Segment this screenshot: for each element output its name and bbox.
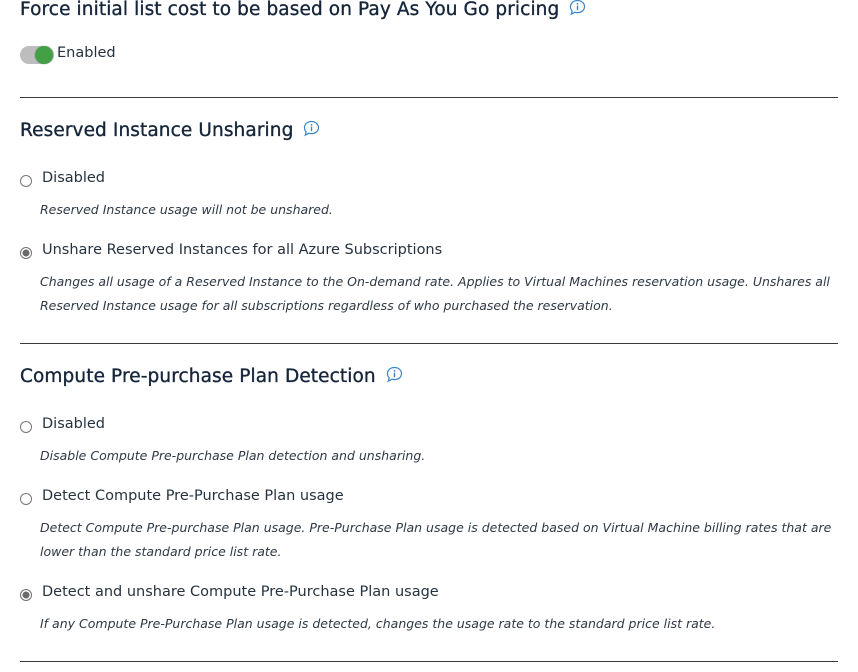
cpp-detect-radio[interactable] xyxy=(20,493,32,505)
cpp-detect-unshare-description: If any Compute Pre-Purchase Plan usage i… xyxy=(40,616,716,631)
section-divider xyxy=(20,343,838,344)
ri-unshare-all-radio[interactable] xyxy=(20,247,32,259)
cpp-detect-description: Detect Compute Pre-purchase Plan usage. … xyxy=(40,516,831,564)
cpp-detect-label[interactable]: Detect Compute Pre-Purchase Plan usage xyxy=(42,488,344,504)
ri-title-text: Reserved Instance Unsharing xyxy=(20,120,294,141)
cpp-disabled-description: Disable Compute Pre-purchase Plan detect… xyxy=(40,448,426,463)
section-divider xyxy=(20,661,838,662)
payg-toggle-label: Enabled xyxy=(57,45,116,61)
ri-disabled-label[interactable]: Disabled xyxy=(42,170,105,186)
ri-disabled-radio[interactable] xyxy=(20,175,32,187)
payg-title-text: Force initial list cost to be based on P… xyxy=(20,0,560,20)
ri-unshare-all-label[interactable]: Unshare Reserved Instances for all Azure… xyxy=(42,242,442,258)
cpp-section-title: Compute Pre-purchase Plan Detection xyxy=(20,366,403,387)
description-line: Detect Compute Pre-purchase Plan usage. … xyxy=(40,520,832,535)
cpp-detect-unshare-radio[interactable] xyxy=(20,589,32,601)
ri-unshare-all-description: Changes all usage of a Reserved Instance… xyxy=(40,270,830,318)
description-line: lower than the standard price list rate. xyxy=(40,544,282,559)
section-divider xyxy=(20,97,838,98)
cpp-disabled-label[interactable]: Disabled xyxy=(42,416,105,432)
payg-toggle[interactable] xyxy=(20,46,54,64)
info-icon[interactable] xyxy=(303,120,320,137)
ri-disabled-description: Reserved Instance usage will not be unsh… xyxy=(40,202,333,217)
cpp-title-text: Compute Pre-purchase Plan Detection xyxy=(20,366,376,387)
toggle-thumb xyxy=(35,46,53,64)
ri-section-title: Reserved Instance Unsharing xyxy=(20,120,320,141)
info-icon[interactable] xyxy=(386,366,403,383)
info-icon[interactable] xyxy=(569,0,586,16)
cpp-disabled-radio[interactable] xyxy=(20,421,32,433)
description-line: Reserved Instance usage for all subscrip… xyxy=(40,298,613,313)
payg-section-title: Force initial list cost to be based on P… xyxy=(20,0,586,20)
description-line: Changes all usage of a Reserved Instance… xyxy=(40,274,830,289)
cpp-detect-unshare-label[interactable]: Detect and unshare Compute Pre-Purchase … xyxy=(42,584,439,600)
